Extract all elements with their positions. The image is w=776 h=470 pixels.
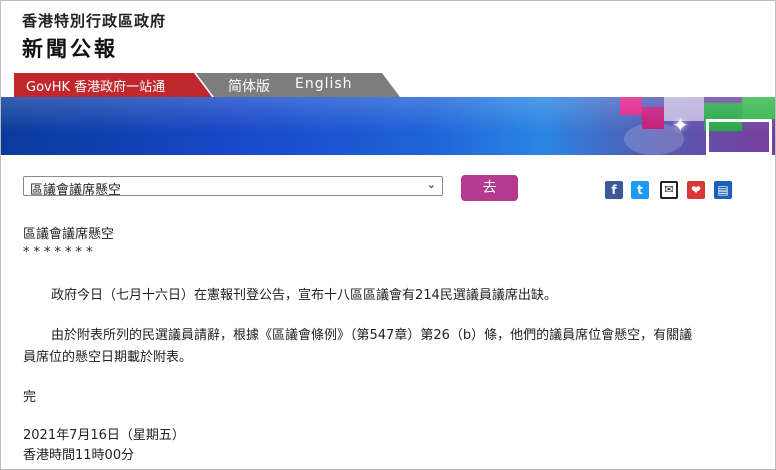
page-frame	[0, 0, 776, 470]
